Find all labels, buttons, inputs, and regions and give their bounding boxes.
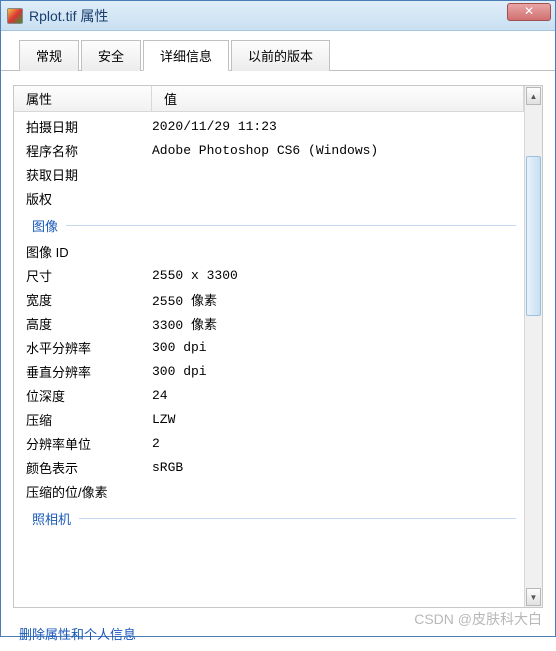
table-row[interactable]: 程序名称Adobe Photoshop CS6 (Windows) [14,138,524,162]
table-row[interactable]: 位深度24 [14,383,524,407]
divider [79,518,516,519]
prop-name: 分辨率单位 [26,434,152,453]
content-area: 属性 值 拍摄日期2020/11/29 11:23 程序名称Adobe Phot… [1,71,555,616]
prop-name: 压缩的位/像素 [26,482,152,501]
prop-name: 尺寸 [26,266,152,285]
prop-value: Adobe Photoshop CS6 (Windows) [152,143,524,158]
table-row[interactable]: 获取日期 [14,162,524,186]
prop-value: 2550 x 3300 [152,268,524,283]
vertical-scrollbar[interactable]: ▲ ▼ [524,86,542,607]
table-row[interactable]: 压缩LZW [14,407,524,431]
header-property[interactable]: 属性 [14,86,152,112]
scroll-track[interactable] [525,106,542,587]
tab-strip: 常规 安全 详细信息 以前的版本 [1,31,555,71]
tab-general[interactable]: 常规 [19,40,79,71]
table-row[interactable]: 宽度2550 像素 [14,287,524,311]
prop-name: 水平分辨率 [26,338,152,357]
tab-previous-versions[interactable]: 以前的版本 [231,40,330,71]
table-row[interactable]: 垂直分辨率300 dpi [14,359,524,383]
prop-name: 颜色表示 [26,458,152,477]
titlebar: Rplot.tif 属性 ✕ [1,1,555,31]
prop-name: 压缩 [26,410,152,429]
divider [66,225,516,226]
table-row[interactable]: 压缩的位/像素 [14,479,524,503]
table-row[interactable]: 高度3300 像素 [14,311,524,335]
scroll-thumb[interactable] [526,156,541,316]
table-row[interactable]: 版权 [14,186,524,210]
section-camera: 照相机 [14,503,524,532]
table-row[interactable]: 水平分辨率300 dpi [14,335,524,359]
prop-name: 版权 [26,189,152,208]
prop-value: LZW [152,412,524,427]
prop-name: 程序名称 [26,141,152,160]
prop-value: 24 [152,388,524,403]
rows-container: 拍摄日期2020/11/29 11:23 程序名称Adobe Photoshop… [14,112,524,534]
prop-name: 图像 ID [26,242,152,261]
watermark: CSDN @皮肤科大白 [414,609,542,629]
table-row[interactable]: 尺寸2550 x 3300 [14,263,524,287]
prop-value: 300 dpi [152,364,524,379]
prop-value: 2 [152,436,524,451]
section-image: 图像 [14,210,524,239]
file-icon [7,8,23,24]
prop-value: 300 dpi [152,340,524,355]
scroll-up-button[interactable]: ▲ [526,87,541,105]
properties-dialog: Rplot.tif 属性 ✕ 常规 安全 详细信息 以前的版本 属性 值 拍摄日… [0,0,556,637]
prop-name: 位深度 [26,386,152,405]
prop-value: 3300 像素 [152,314,524,333]
prop-name: 高度 [26,314,152,333]
table-row[interactable]: 图像 ID [14,239,524,263]
scroll-down-button[interactable]: ▼ [526,588,541,606]
tab-details[interactable]: 详细信息 [143,40,229,71]
section-label: 图像 [32,216,58,235]
prop-value: sRGB [152,460,524,475]
prop-value: 2020/11/29 11:23 [152,119,524,134]
header-value[interactable]: 值 [152,86,524,112]
prop-value: 2550 像素 [152,290,524,309]
prop-name: 获取日期 [26,165,152,184]
prop-name: 宽度 [26,290,152,309]
prop-name: 垂直分辨率 [26,362,152,381]
table-row[interactable]: 拍摄日期2020/11/29 11:23 [14,114,524,138]
column-headers: 属性 值 [14,86,524,112]
details-panel: 属性 值 拍摄日期2020/11/29 11:23 程序名称Adobe Phot… [13,85,543,608]
window-title: Rplot.tif 属性 [29,6,507,26]
section-label: 照相机 [32,509,71,528]
property-list: 属性 值 拍摄日期2020/11/29 11:23 程序名称Adobe Phot… [14,86,524,607]
table-row[interactable]: 分辨率单位2 [14,431,524,455]
close-button[interactable]: ✕ [507,3,551,21]
tab-security[interactable]: 安全 [81,40,141,71]
prop-name: 拍摄日期 [26,117,152,136]
table-row[interactable]: 颜色表示sRGB [14,455,524,479]
